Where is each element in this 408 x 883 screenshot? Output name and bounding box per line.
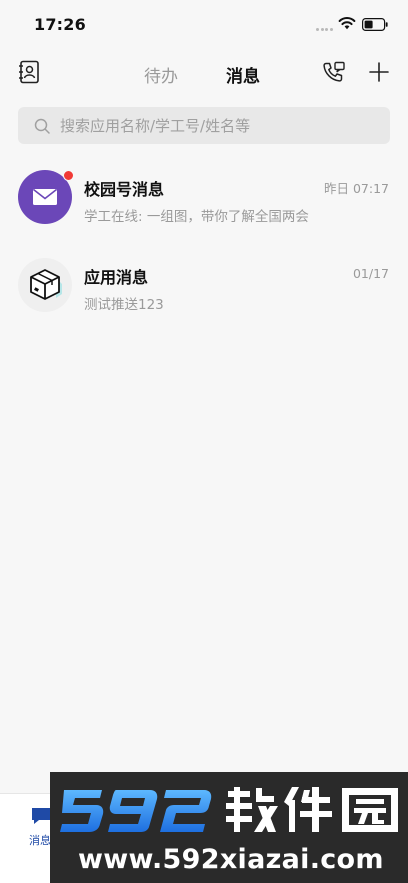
status-bar: 17:26 xyxy=(0,0,408,50)
box-icon xyxy=(30,269,62,300)
call-icon[interactable] xyxy=(322,61,346,83)
battery-icon xyxy=(362,18,388,31)
message-title: 应用消息 xyxy=(84,268,149,287)
unread-dot xyxy=(63,170,74,181)
nav-tab-label: 消息 xyxy=(29,834,51,847)
message-preview: 学工在线: 一组图，带你了解全国两会 xyxy=(84,209,309,225)
search-icon xyxy=(34,118,50,134)
tab-messages[interactable]: 消息 xyxy=(226,62,260,87)
message-title: 校园号消息 xyxy=(84,180,165,199)
search-bar[interactable] xyxy=(18,107,390,144)
message-item-campus[interactable]: 校园号消息 昨日 07:17 学工在线: 一组图，带你了解全国两会 xyxy=(0,156,408,242)
chat-bubble-icon xyxy=(32,808,50,824)
message-time: 01/17 xyxy=(352,266,389,281)
tab-todo[interactable]: 待办 xyxy=(144,62,178,87)
avatar xyxy=(18,258,72,312)
cellular-signal-icon xyxy=(316,28,336,32)
watermark: www.592xiazai.com xyxy=(50,772,408,883)
wifi-icon xyxy=(338,17,356,30)
plus-icon[interactable] xyxy=(368,61,390,83)
message-item-app[interactable]: 应用消息 01/17 测试推送123 xyxy=(0,244,408,330)
status-time: 17:26 xyxy=(34,15,86,34)
message-time: 昨日 07:17 xyxy=(324,181,389,196)
search-input[interactable] xyxy=(60,107,380,144)
top-header: 待办 消息 xyxy=(0,50,408,96)
watermark-logo xyxy=(60,787,398,832)
message-preview: 测试推送123 xyxy=(84,297,164,313)
contacts-icon[interactable] xyxy=(18,60,40,84)
watermark-url: www.592xiazai.com xyxy=(78,844,384,875)
